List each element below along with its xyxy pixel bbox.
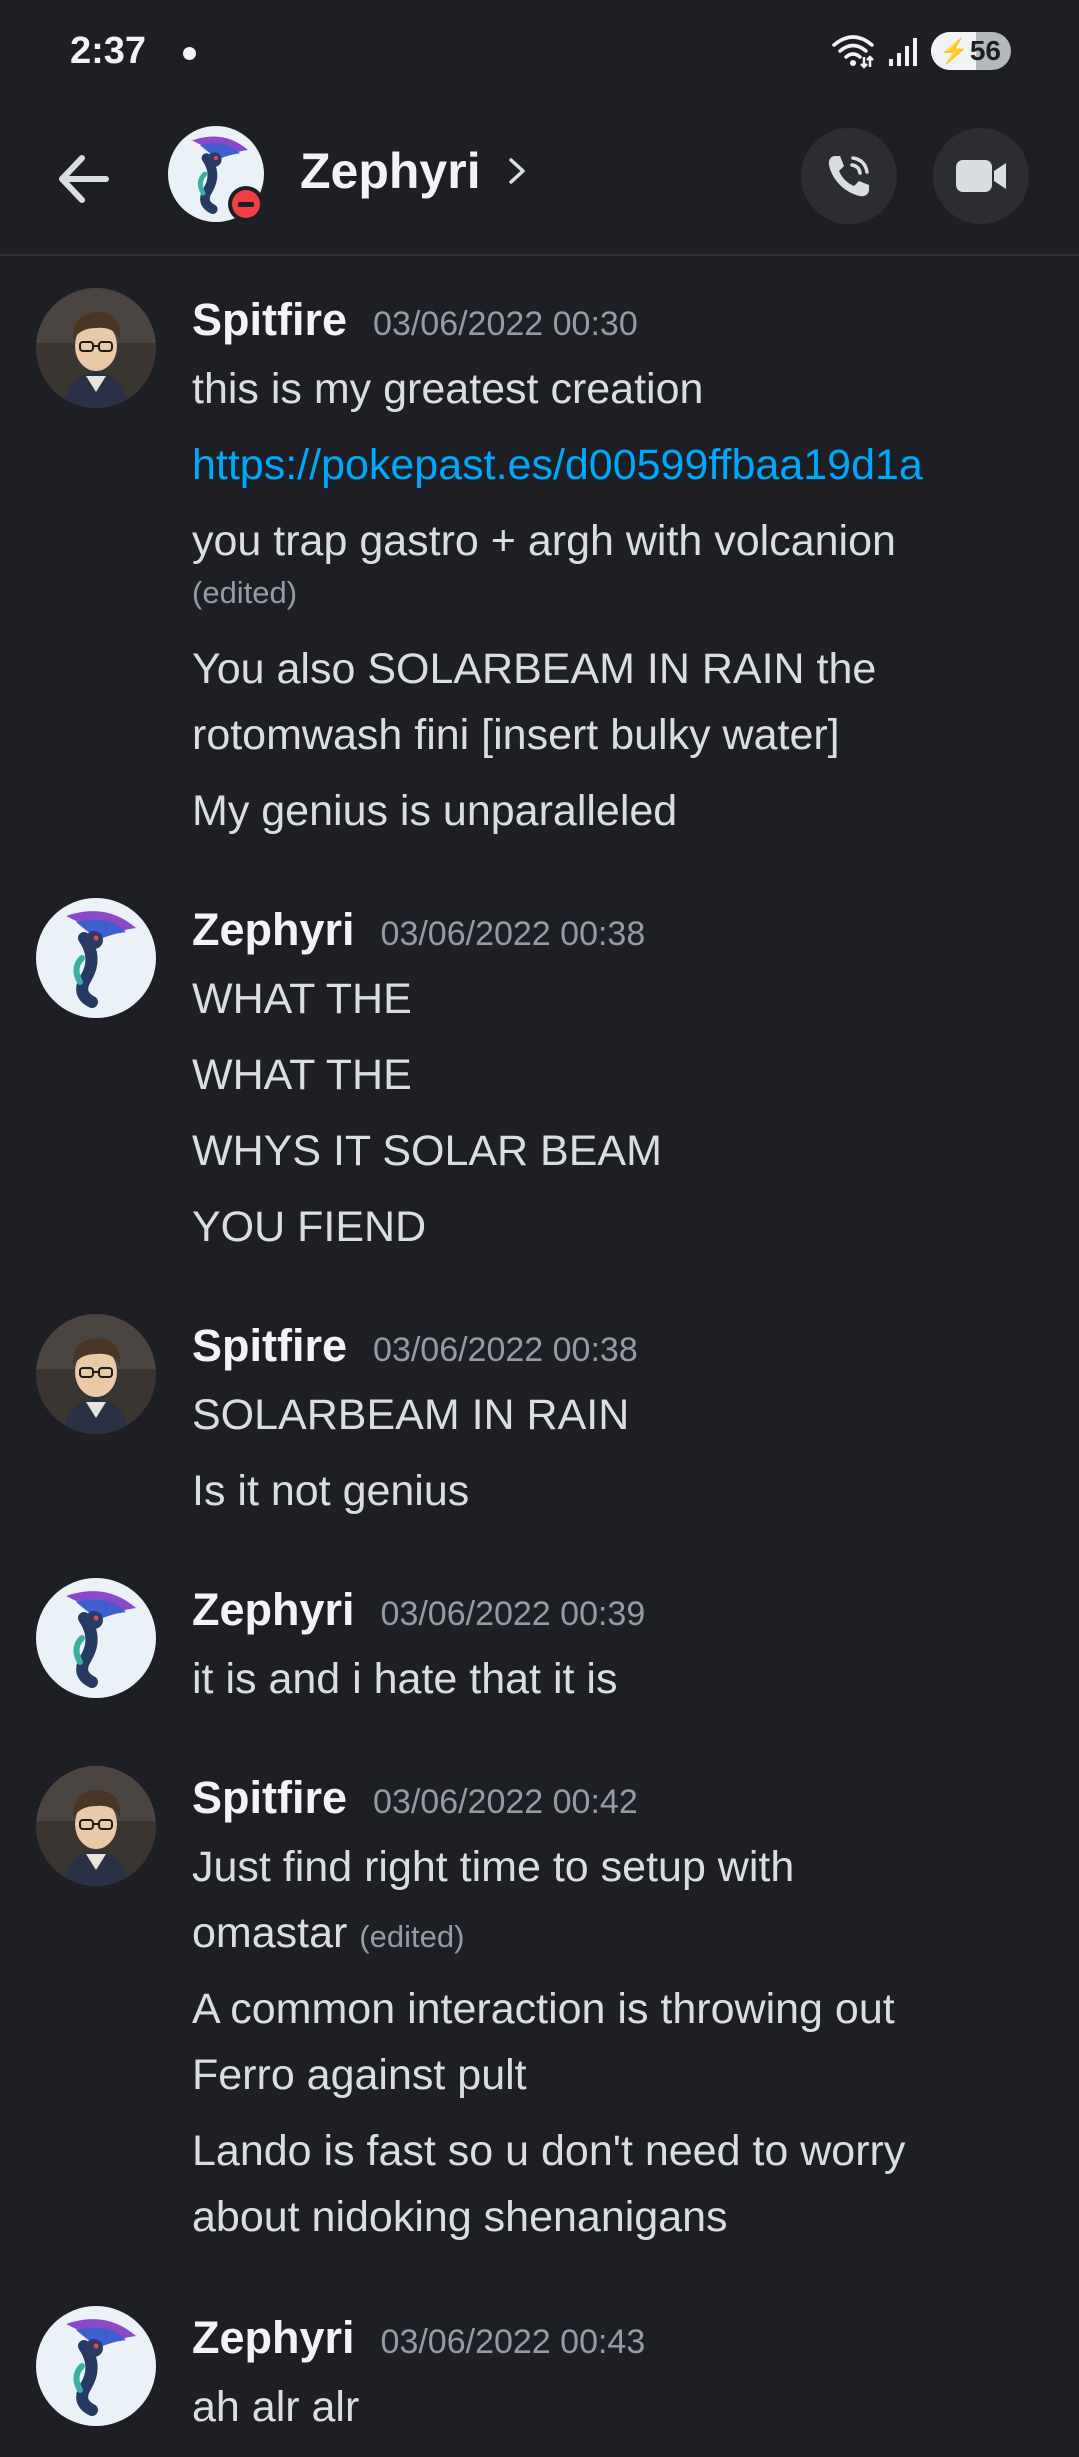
edited-label: (edited)	[192, 575, 298, 610]
status-bar: 2:37 ⚡ 56	[0, 0, 1079, 110]
channel-title[interactable]: Zephyri	[300, 142, 533, 200]
avatar[interactable]	[36, 2306, 156, 2426]
message-header: Zephyri 03/06/2022 00:39	[192, 1584, 645, 1636]
author-name[interactable]: Spitfire	[192, 294, 347, 346]
message-text: you trap gastro + argh with volcanion	[192, 517, 896, 565]
message-text: Is it not genius	[192, 1467, 470, 1515]
signal-icon	[889, 38, 917, 66]
message-text: Ferro against pult	[192, 2051, 527, 2099]
message-link[interactable]: https://pokepast.es/d00599ffbaa19d1a	[192, 432, 923, 498]
author-name[interactable]: Spitfire	[192, 1320, 347, 1372]
message-text: ah alr alr	[192, 2383, 360, 2431]
status-icons: ⚡ 56	[831, 32, 1011, 70]
phone-icon	[828, 156, 869, 197]
avatar[interactable]	[36, 288, 156, 408]
chevron-right-icon	[508, 158, 525, 184]
message-text: WHAT THE	[192, 1051, 412, 1099]
author-name[interactable]: Zephyri	[192, 1584, 355, 1636]
message-header: Zephyri 03/06/2022 00:38	[192, 904, 645, 956]
message-text: about nidoking shenanigans	[192, 2193, 728, 2241]
timestamp: 03/06/2022 00:43	[380, 2323, 646, 2361]
avatar[interactable]	[36, 1314, 156, 1434]
message-text: Lando is fast so u don't need to worry	[192, 2127, 906, 2175]
video-camera-icon	[956, 160, 1006, 192]
avatar[interactable]	[36, 1766, 156, 1886]
message-text-row: omastar (edited)	[192, 1900, 464, 1970]
notification-dot	[183, 47, 196, 60]
message-text: it is and i hate that it is	[192, 1655, 618, 1703]
status-time: 2:37	[70, 30, 147, 72]
timestamp: 03/06/2022 00:39	[380, 1595, 646, 1633]
avatar[interactable]	[36, 1578, 156, 1698]
timestamp: 03/06/2022 00:38	[373, 1331, 638, 1369]
voice-call-button[interactable]	[801, 128, 897, 224]
message-text: Just find right time to setup with	[192, 1843, 795, 1891]
back-arrow-icon[interactable]	[50, 144, 120, 214]
message-text: You also SOLARBEAM IN RAIN the	[192, 645, 877, 693]
author-name[interactable]: Spitfire	[192, 1772, 347, 1824]
message-text: this is my greatest creation	[192, 365, 704, 413]
message-header: Spitfire 03/06/2022 00:38	[192, 1320, 638, 1372]
battery-level: 56	[969, 35, 1001, 66]
author-name[interactable]: Zephyri	[192, 904, 355, 956]
wifi-icon	[832, 35, 874, 69]
channel-name: Zephyri	[300, 143, 481, 199]
edited-label: (edited)	[359, 1919, 465, 1954]
author-name[interactable]: Zephyri	[192, 2312, 355, 2364]
message-text: SOLARBEAM IN RAIN	[192, 1391, 630, 1439]
chat-header: Zephyri	[0, 110, 1079, 256]
timestamp: 03/06/2022 00:42	[373, 1783, 638, 1821]
timestamp: 03/06/2022 00:30	[373, 305, 638, 343]
message-text: WHAT THE	[192, 975, 412, 1023]
message-header: Spitfire 03/06/2022 00:42	[192, 1772, 638, 1824]
battery-icon: ⚡ 56	[931, 32, 1011, 70]
message-text: A common interaction is throwing out	[192, 1985, 895, 2033]
timestamp: 03/06/2022 00:38	[380, 915, 646, 953]
avatar[interactable]	[36, 898, 156, 1018]
message-text: omastar	[192, 1909, 348, 1957]
dnd-status-icon	[228, 186, 264, 222]
message-text: WHYS IT SOLAR BEAM	[192, 1127, 662, 1175]
message-text: My genius is unparalleled	[192, 787, 678, 835]
message-header: Zephyri 03/06/2022 00:43	[192, 2312, 645, 2364]
message-header: Spitfire 03/06/2022 00:30	[192, 294, 638, 346]
message-text: YOU FIEND	[192, 1203, 427, 1251]
message-text: rotomwash fini [insert bulky water]	[192, 711, 840, 759]
video-call-button[interactable]	[933, 128, 1029, 224]
